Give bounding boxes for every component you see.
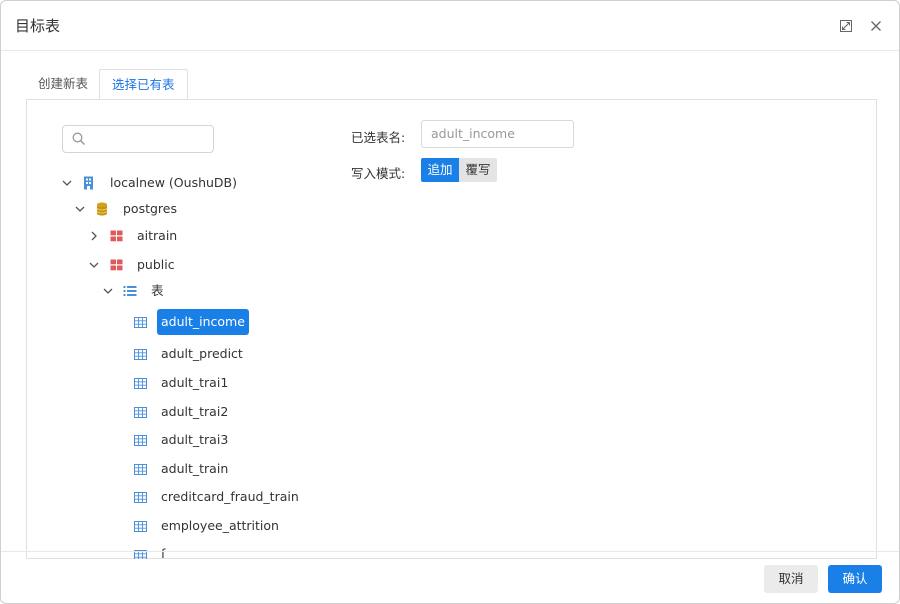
tree-node-label: employee_attrition: [161, 518, 279, 533]
table-icon: [133, 462, 147, 476]
table-icon: [133, 490, 147, 504]
tree-node-label: adult_trai3: [161, 432, 229, 447]
chevron-down-icon[interactable]: [60, 176, 74, 190]
target-table-dialog: 目标表 创建新表 选择已有表 localnew (OushuDB) postgr…: [0, 0, 900, 604]
list-icon: [123, 284, 137, 298]
maximize-icon[interactable]: [837, 17, 855, 35]
dialog-title: 目标表: [15, 17, 61, 35]
tree-leaf-adult-income[interactable]: adult_income: [133, 309, 249, 335]
schema-icon: [109, 258, 123, 272]
close-icon[interactable]: [867, 17, 885, 35]
tree-node-label: public: [137, 257, 175, 272]
chevron-down-icon[interactable]: [101, 284, 115, 298]
table-icon: [133, 315, 147, 329]
tree-node-label: localnew (OushuDB): [110, 175, 238, 190]
tree-node-localnew[interactable]: localnew (OushuDB): [60, 172, 241, 194]
tab-create-new-table[interactable]: 创建新表: [26, 69, 100, 100]
database-icon: [95, 202, 109, 216]
tree-node-label: 表: [151, 283, 164, 298]
tree-node-label: aitrain: [137, 228, 178, 243]
tree-node-label: adult_trai1: [161, 375, 229, 390]
tree-node-label: adult_trai2: [161, 404, 229, 419]
tree-node-label: adult_predict: [161, 346, 243, 361]
tree-leaf-adult-train[interactable]: adult_train: [133, 458, 232, 480]
cancel-button[interactable]: 取消: [764, 565, 818, 593]
tab-select-existing-table[interactable]: 选择已有表: [99, 69, 188, 100]
tree-node-postgres[interactable]: postgres: [73, 198, 181, 220]
write-mode-label: 写入模式:: [351, 166, 406, 181]
tree-node-tables-folder[interactable]: 表: [101, 280, 168, 302]
server-icon: [82, 176, 96, 190]
tree-node-label: creditcard_fraud_train: [161, 489, 299, 504]
mode-overwrite-button[interactable]: 覆写: [459, 158, 497, 182]
tree-node-public[interactable]: public: [87, 254, 179, 276]
chevron-right-icon[interactable]: [87, 229, 101, 243]
schema-icon: [109, 229, 123, 243]
table-icon: [133, 405, 147, 419]
search-icon: [71, 131, 87, 147]
tab-panel: localnew (OushuDB) postgres aitrain publ…: [26, 99, 877, 559]
selected-table-input[interactable]: adult_income: [421, 120, 574, 148]
tree-node-label: postgres: [123, 201, 177, 216]
tree-search[interactable]: [62, 125, 214, 153]
chevron-down-icon[interactable]: [87, 258, 101, 272]
dialog-footer: 取消 确认: [1, 551, 899, 603]
table-icon: [133, 433, 147, 447]
table-icon: [133, 376, 147, 390]
mode-append-button[interactable]: 追加: [421, 158, 459, 182]
table-icon: [133, 347, 147, 361]
tree-leaf-employee-attrition[interactable]: employee_attrition: [133, 515, 283, 537]
search-input[interactable]: [91, 129, 209, 149]
chevron-down-icon[interactable]: [73, 202, 87, 216]
tree-leaf-adult-predict[interactable]: adult_predict: [133, 343, 247, 365]
tree-node-aitrain[interactable]: aitrain: [87, 225, 181, 247]
confirm-button[interactable]: 确认: [828, 565, 882, 593]
tree-leaf-adult-trai1[interactable]: adult_trai1: [133, 372, 232, 394]
tree-node-label: adult_train: [161, 461, 229, 476]
tree-leaf-adult-trai2[interactable]: adult_trai2: [133, 401, 232, 423]
table-icon: [133, 519, 147, 533]
selected-table-label: 已选表名:: [351, 130, 406, 145]
tree-leaf-creditcard-fraud-train[interactable]: creditcard_fraud_train: [133, 486, 303, 508]
dialog-header: 目标表: [1, 1, 899, 51]
tree-leaf-adult-trai3[interactable]: adult_trai3: [133, 429, 232, 451]
tree-node-label: adult_income: [157, 309, 249, 335]
selected-table-value: adult_income: [431, 126, 515, 141]
